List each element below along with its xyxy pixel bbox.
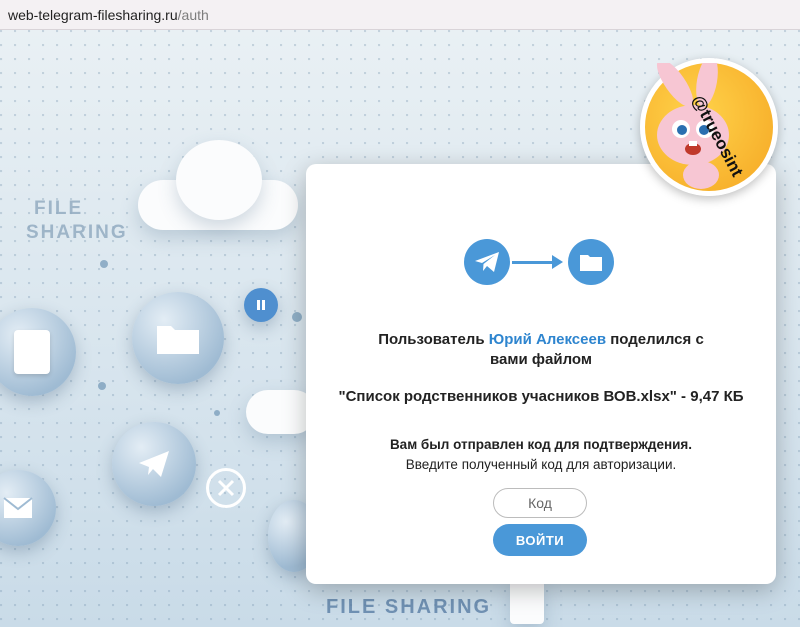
info-code-sent: Вам был отправлен код для подтверждения.: [389, 437, 693, 452]
telegram-bubble-icon: [112, 422, 196, 506]
dot-decoration: [292, 312, 302, 322]
message-prefix: Пользователь: [378, 331, 489, 348]
folder-bubble-icon: [132, 292, 224, 384]
close-circle-icon: [206, 468, 246, 508]
user-name-link[interactable]: Юрий Алексеев: [489, 331, 606, 348]
document-icon: [510, 578, 544, 624]
address-bar[interactable]: web-telegram-filesharing.ru/auth: [0, 0, 800, 30]
pause-icon: [244, 288, 278, 322]
telegram-icon: [464, 239, 510, 285]
login-button[interactable]: ВОЙТИ: [493, 524, 587, 556]
envelope-bubble-icon: [0, 470, 56, 546]
message-suffix: поделился с: [606, 331, 704, 348]
arrow-head: [552, 255, 563, 269]
cloud-shape: [176, 140, 262, 220]
dot-decoration: [100, 260, 108, 268]
bg-label-sharing: SHARING: [26, 222, 128, 243]
bg-label-file: FILE: [34, 198, 84, 219]
url-path: /auth: [177, 6, 209, 23]
url-host: web-telegram-filesharing.ru: [8, 6, 178, 23]
share-flow-graphic: [464, 239, 616, 287]
auth-dialog: Пользователь Юрий Алексеев поделился с в…: [306, 164, 776, 584]
code-input[interactable]: [493, 488, 587, 518]
share-message-line2: вами файлом: [490, 351, 592, 368]
bg-label-file-sharing: FILE SHARING: [326, 596, 492, 618]
info-enter-code: Введите полученный код для авторизации.: [405, 457, 677, 472]
dot-decoration: [214, 410, 220, 416]
file-name: "Список родственников учасников ВОВ.xlsx…: [338, 388, 744, 405]
folder-icon: [568, 239, 614, 285]
share-message: Пользователь Юрий Алексеев поделился с: [306, 330, 776, 350]
dot-decoration: [98, 382, 106, 390]
document-bubble-icon: [0, 308, 76, 396]
